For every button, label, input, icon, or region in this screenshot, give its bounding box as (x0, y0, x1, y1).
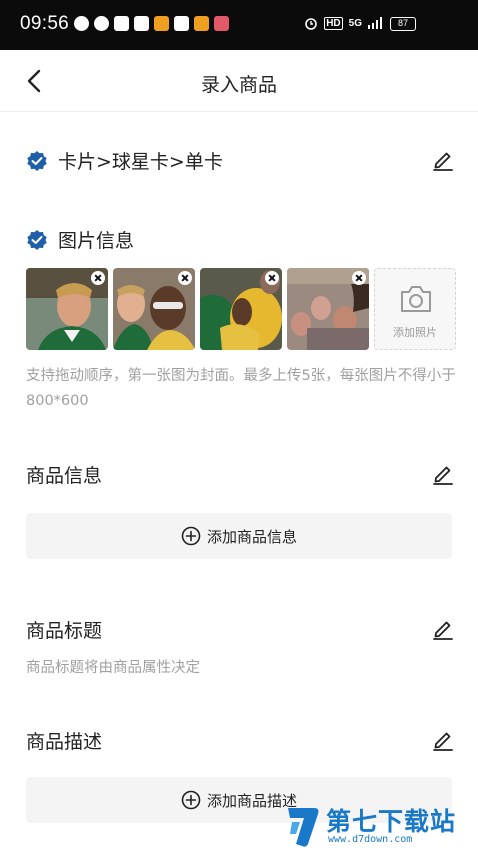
image-hint: 支持拖动顺序，第一张图为封面。最多上传5张，每张图片不得小于800*600 (26, 368, 456, 409)
product-info-title: 商品信息 (26, 465, 103, 487)
image-section-title: 图片信息 (58, 230, 135, 252)
app-notification-icon (114, 16, 129, 31)
category-path: 卡片>球星卡>单卡 (58, 151, 223, 173)
product-title-header: 商品标题 (26, 616, 102, 643)
signal-label: 5G (348, 17, 362, 29)
edit-product-info-icon[interactable] (432, 463, 454, 485)
edit-product-title-icon[interactable] (432, 618, 454, 640)
remove-photo-icon[interactable] (265, 271, 279, 285)
product-desc-header: 商品描述 (26, 727, 102, 754)
notification-icons (74, 16, 229, 31)
edit-category-icon[interactable] (432, 149, 454, 171)
photo-list: 添加照片 (26, 268, 456, 350)
status-bar: 09:56 HD 5G 87 (0, 0, 478, 50)
status-right: HD 5G (304, 16, 382, 30)
camera-icon (401, 286, 431, 312)
product-info-header: 商品信息 (26, 461, 102, 488)
hd-icon: HD (324, 16, 343, 30)
alarm-icon (305, 18, 318, 30)
remove-photo-icon[interactable] (91, 271, 105, 285)
watermark-logo-icon (288, 808, 319, 847)
add-photo-label: 添加照片 (393, 326, 437, 339)
photo-thumbnail[interactable] (200, 268, 282, 350)
add-product-info-button[interactable]: 添加商品信息 (26, 513, 452, 559)
add-photo-button[interactable]: 添加照片 (374, 268, 456, 350)
app-notification-icon (194, 16, 209, 31)
app-notification-icon (214, 16, 229, 31)
category-row[interactable]: 卡片>球星卡>单卡 (26, 147, 223, 174)
image-section-header: 图片信息 (26, 226, 134, 253)
photo-thumbnail[interactable] (287, 268, 369, 350)
plus-circle-icon (181, 526, 201, 546)
app-notification-icon (134, 16, 149, 31)
status-time: 09:56 (20, 13, 70, 34)
watermark-brand: 第七下载站 (326, 807, 457, 836)
app-notification-icon (154, 16, 169, 31)
video-app-icon (174, 16, 189, 31)
verified-check-icon (27, 150, 47, 171)
battery-icon: 87 (390, 17, 416, 31)
product-desc-title: 商品描述 (26, 731, 103, 753)
photo-thumbnail[interactable] (113, 268, 195, 350)
nav-bar: 录入商品 (0, 50, 478, 112)
page-title: 录入商品 (200, 74, 277, 96)
add-product-info-label: 添加商品信息 (206, 527, 297, 546)
photo-thumbnail[interactable] (26, 268, 108, 350)
edit-product-desc-icon[interactable] (432, 729, 454, 751)
product-title-hint: 商品标题将由商品属性决定 (26, 660, 200, 676)
watermark-url: www.d7down.com (328, 834, 413, 845)
remove-photo-icon[interactable] (352, 271, 366, 285)
verified-check-icon (27, 229, 47, 250)
signal-icon (368, 17, 382, 29)
remove-photo-icon[interactable] (178, 271, 192, 285)
plus-circle-icon (181, 790, 201, 810)
app-notification-icon (74, 16, 89, 31)
product-title-title: 商品标题 (26, 620, 103, 642)
location-icon (94, 16, 109, 31)
watermark: 第七下载站 www.d7down.com (282, 802, 478, 850)
